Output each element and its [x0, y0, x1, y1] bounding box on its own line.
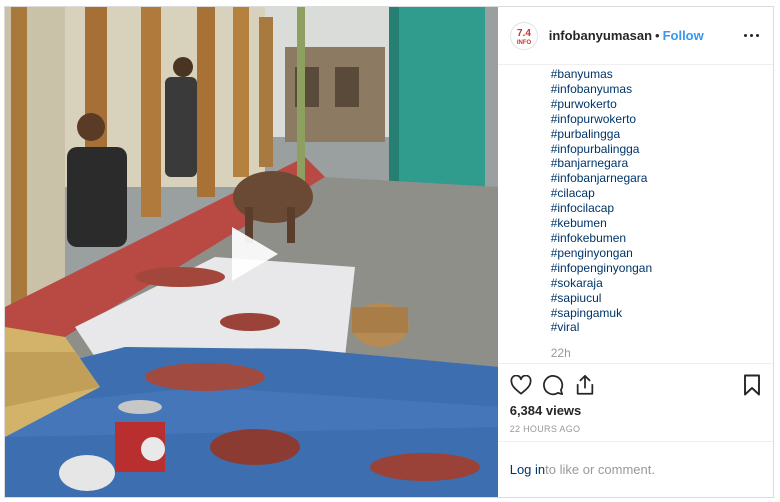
post-actions-area: 6,384 views 22 hours ago: [497, 363, 773, 441]
post-caption: #banyumas #infobanyumas #purwokerto #inf…: [498, 65, 773, 363]
play-icon[interactable]: [228, 225, 280, 283]
hashtag-link[interactable]: #kebumen: [551, 216, 757, 231]
hashtag-link[interactable]: #infobanjarnegara: [551, 171, 757, 186]
share-icon[interactable]: [574, 370, 606, 400]
login-prompt: Log in to like or comment.: [497, 441, 773, 497]
post-header: 7.4 INFO infobanyumasan • Follow: [497, 7, 773, 65]
post-side-panel: 7.4 INFO infobanyumasan • Follow #banyum…: [497, 7, 773, 497]
hashtag-link[interactable]: #sokaraja: [551, 276, 757, 291]
hashtag-link[interactable]: #infopurbalingga: [551, 142, 757, 157]
hashtag-link[interactable]: #infobanyumas: [551, 82, 757, 97]
comment-icon[interactable]: [542, 370, 574, 400]
action-bar: [510, 364, 761, 402]
heart-icon[interactable]: [510, 370, 542, 400]
bookmark-icon[interactable]: [729, 370, 761, 400]
hashtag-link[interactable]: #cilacap: [551, 186, 757, 201]
hashtag-link[interactable]: #penginyongan: [551, 246, 757, 261]
svg-text:7.4: 7.4: [517, 28, 531, 39]
more-options-icon[interactable]: [744, 28, 759, 43]
hashtag-link[interactable]: #purwokerto: [551, 97, 757, 112]
avatar[interactable]: 7.4 INFO: [509, 21, 538, 50]
hashtag-link[interactable]: #infokebumen: [551, 231, 757, 246]
hashtag-link[interactable]: #infocilacap: [551, 201, 757, 216]
instagram-post: 7.4 INFO infobanyumasan • Follow #banyum…: [4, 6, 774, 498]
follow-button[interactable]: Follow: [663, 28, 704, 43]
hashtag-link[interactable]: #infopenginyongan: [551, 261, 757, 276]
infobanyumasan-logo-icon: 7.4 INFO: [517, 28, 532, 46]
login-link[interactable]: Log in: [510, 462, 545, 477]
view-count[interactable]: 6,384 views: [510, 403, 761, 418]
username-link[interactable]: infobanyumasan: [549, 28, 652, 43]
hashtag-link[interactable]: #sapiucul: [551, 291, 757, 306]
hashtag-link[interactable]: #banjarnegara: [551, 156, 757, 171]
hashtag-link[interactable]: #viral: [551, 320, 757, 335]
post-timestamp[interactable]: 22 hours ago: [510, 424, 761, 434]
caption-relative-time: 22h: [550, 346, 571, 361]
post-video[interactable]: [5, 7, 498, 497]
hashtag-link[interactable]: #sapingamuk: [551, 306, 757, 321]
hashtag-link[interactable]: #infopurwokerto: [551, 112, 757, 127]
hashtag-list: #banyumas #infobanyumas #purwokerto #inf…: [551, 67, 757, 335]
svg-text:INFO: INFO: [517, 40, 532, 46]
login-prompt-text: to like or comment.: [545, 462, 655, 477]
separator-dot: •: [655, 28, 660, 43]
hashtag-link[interactable]: #banyumas: [551, 67, 757, 82]
hashtag-link[interactable]: #purbalingga: [551, 127, 757, 142]
